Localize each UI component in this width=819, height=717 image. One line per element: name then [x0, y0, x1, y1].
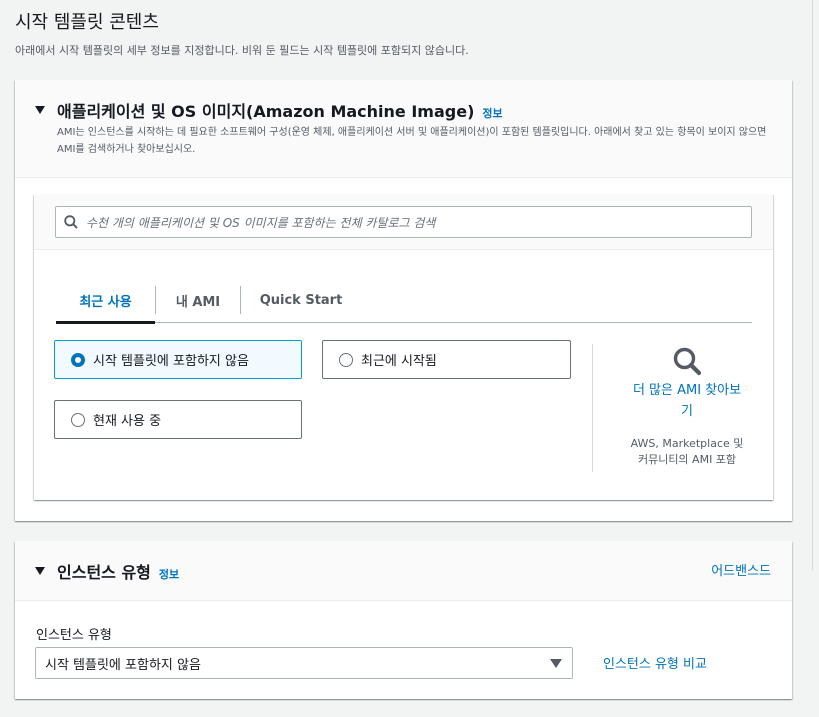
browse-subtext-line: AWS, Marketplace 및	[630, 437, 744, 450]
collapse-caret-icon[interactable]	[35, 567, 45, 575]
collapse-caret-icon[interactable]	[35, 106, 45, 114]
option-label: 현재 사용 중	[93, 414, 162, 429]
ami-selector-box: 수천 개의 애플리케이션 및 OS 이미지를 포함하는 전체 카탈로그 검색 최…	[34, 194, 773, 500]
ami-panel-header: 애플리케이션 및 OS 이미지(Amazon Machine Image) 정보…	[15, 80, 792, 178]
search-placeholder: 수천 개의 애플리케이션 및 OS 이미지를 포함하는 전체 카탈로그 검색	[86, 215, 436, 230]
ami-info-link[interactable]: 정보	[482, 105, 502, 121]
tab-recent[interactable]: 최근 사용	[56, 278, 155, 324]
browse-subtext-line: 커뮤니티의 AMI 포함	[637, 453, 737, 466]
instance-type-label: 인스턴스 유형	[36, 628, 112, 643]
radio-button[interactable]	[71, 412, 85, 427]
page-title: 시작 템플릿 콘텐츠	[15, 12, 159, 33]
search-icon	[56, 207, 86, 237]
ami-panel: 애플리케이션 및 OS 이미지(Amazon Machine Image) 정보…	[15, 80, 792, 521]
instance-type-panel: 인스턴스 유형 정보 어드밴스드 인스턴스 유형 시작 템플릿에 포함하지 않음…	[15, 541, 792, 699]
select-caret-icon	[550, 658, 562, 668]
browse-divider	[592, 344, 593, 472]
option-label: 최근에 시작됨	[361, 354, 437, 369]
ami-search-area: 수천 개의 애플리케이션 및 OS 이미지를 포함하는 전체 카탈로그 검색	[34, 194, 773, 250]
select-value: 시작 템플릿에 포함하지 않음	[45, 657, 201, 673]
ami-panel-description: AMI는 인스턴스를 시작하는 데 필요한 소프트웨어 구성(운영 체제, 애플…	[57, 127, 767, 155]
ami-tabs: 최근 사용 내 AMI Quick Start	[56, 278, 752, 324]
option-label: 시작 템플릿에 포함하지 않음	[93, 354, 249, 369]
instance-panel-header: 인스턴스 유형 정보 어드밴스드	[15, 541, 792, 601]
radio-button[interactable]	[71, 352, 85, 367]
browse-subtext: AWS, Marketplace 및 커뮤니티의 AMI 포함	[606, 436, 768, 468]
browse-link-line: 기	[681, 404, 693, 419]
option-card-recently-launched[interactable]: 최근에 시작됨	[322, 340, 571, 379]
browse-more-amis: 더 많은 AMI 찾아보 기 AWS, Marketplace 및 커뮤니티의 …	[606, 344, 768, 468]
tab-my-ami[interactable]: 내 AMI	[156, 278, 240, 322]
ami-panel-title: 애플리케이션 및 OS 이미지(Amazon Machine Image)	[57, 102, 475, 121]
option-card-in-use[interactable]: 현재 사용 중	[54, 400, 302, 439]
option-card-exclude[interactable]: 시작 템플릿에 포함하지 않음	[54, 340, 302, 379]
advanced-link[interactable]: 어드밴스드	[711, 560, 771, 579]
ami-title-row: 애플리케이션 및 OS 이미지(Amazon Machine Image) 정보	[57, 98, 503, 122]
instance-title-row: 인스턴스 유형 정보	[57, 559, 179, 583]
compare-instance-types-link[interactable]: 인스턴스 유형 비교	[603, 653, 707, 672]
browse-more-amis-link[interactable]: 더 많은 AMI 찾아보 기	[606, 380, 768, 422]
radio-button[interactable]	[339, 352, 353, 367]
tab-quick-start[interactable]: Quick Start	[241, 278, 361, 322]
magnifier-icon[interactable]	[672, 346, 702, 376]
instance-type-select[interactable]: 시작 템플릿에 포함하지 않음	[35, 647, 573, 679]
page-header: 시작 템플릿 콘텐츠 아래에서 시작 템플릿의 세부 정보를 지정합니다. 비워…	[15, 8, 469, 58]
instance-panel-title: 인스턴스 유형	[57, 563, 151, 582]
page-description: 아래에서 시작 템플릿의 세부 정보를 지정합니다. 비워 둔 필드는 시작 템…	[15, 44, 469, 57]
right-divider	[812, 0, 813, 570]
browse-link-line: 더 많은 AMI 찾아보	[632, 383, 742, 398]
instance-info-link[interactable]: 정보	[159, 566, 179, 582]
ami-search-input[interactable]: 수천 개의 애플리케이션 및 OS 이미지를 포함하는 전체 카탈로그 검색	[55, 206, 752, 238]
